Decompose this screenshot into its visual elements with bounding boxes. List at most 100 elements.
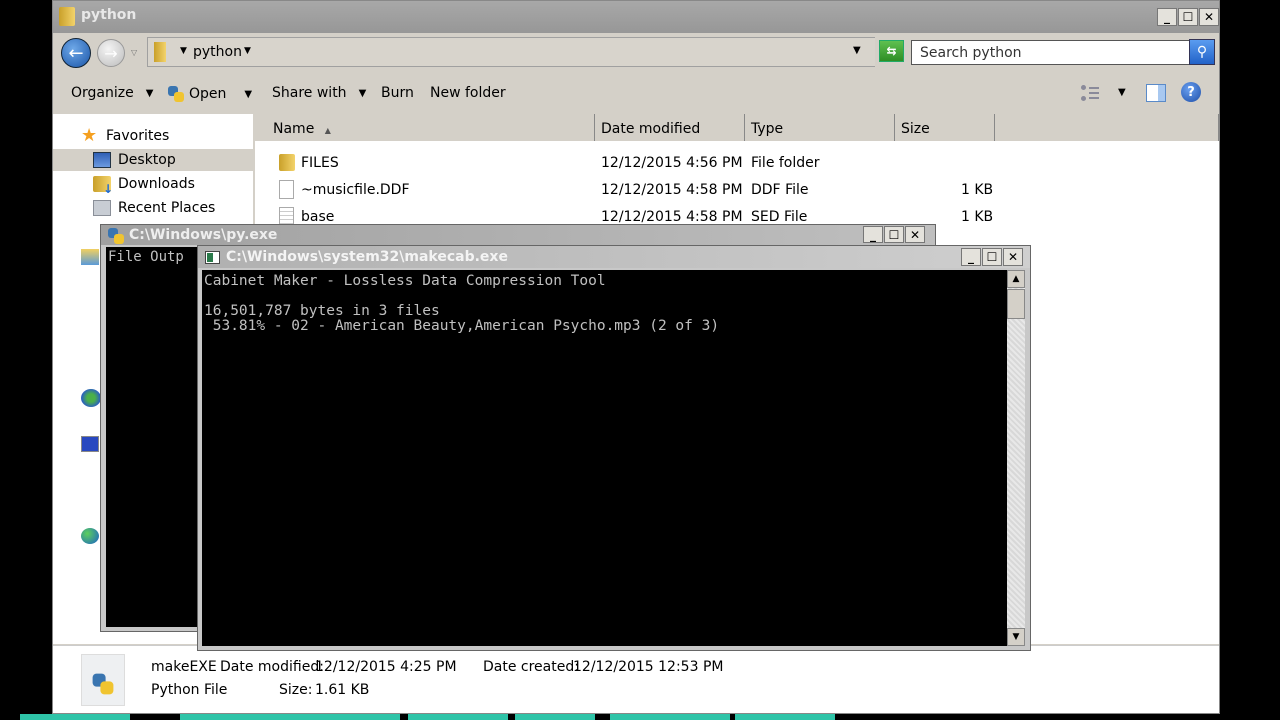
share-with-label: Share with (272, 85, 347, 101)
makecab-console-window: C:\Windows\system32\makecab.exe _ ☐ ✕ Ca… (197, 245, 1031, 651)
details-date-created-label: Date created: (483, 659, 579, 675)
nav-item-downloads[interactable]: Downloads (53, 173, 253, 196)
file-row[interactable]: FILES 12/12/2015 4:56 PM File folder (255, 150, 1219, 177)
chevron-down-icon[interactable]: ▼ (180, 46, 187, 56)
search-button[interactable]: ⚲ (1189, 39, 1215, 65)
view-options-icon[interactable] (1081, 85, 1101, 101)
folder-icon (279, 154, 295, 171)
open-button[interactable]: Open ▼ (167, 85, 252, 103)
column-header-empty (995, 114, 1219, 141)
close-button[interactable]: ✕ (1003, 248, 1023, 266)
nav-favorites-label: Favorites (106, 128, 170, 144)
burn-button[interactable]: Burn (381, 85, 414, 101)
py-console-titlebar[interactable]: C:\Windows\py.exe _ ☐ ✕ (101, 225, 935, 245)
window-controls: _ ☐ ✕ (1157, 8, 1219, 26)
libraries-icon[interactable] (81, 249, 99, 265)
minimize-button[interactable]: _ (1157, 8, 1177, 26)
homegroup-icon[interactable] (81, 389, 101, 407)
help-icon[interactable]: ? (1181, 82, 1201, 102)
address-bar[interactable]: ▼ python ▼ (147, 37, 875, 67)
document-icon (279, 180, 294, 199)
details-pane: makeEXE Python File Date modified: 12/12… (53, 645, 1219, 713)
chevron-down-icon[interactable]: ▼ (244, 46, 251, 56)
nav-item-label: Desktop (118, 152, 176, 168)
share-with-button[interactable]: Share with ▼ (272, 85, 366, 101)
taskbar-button[interactable] (408, 714, 508, 720)
nav-item-label: Recent Places (118, 200, 216, 216)
folder-icon (154, 42, 166, 62)
maximize-button[interactable]: ☐ (884, 226, 904, 243)
column-name-label: Name (273, 121, 315, 137)
sort-ascending-icon: ▲ (324, 126, 331, 135)
file-name: base (301, 209, 335, 225)
file-name: ~musicfile.DDF (301, 182, 410, 198)
taskbar-button[interactable] (20, 714, 130, 720)
taskbar-button[interactable] (180, 714, 400, 720)
back-button[interactable]: ← (61, 38, 91, 68)
folder-icon (59, 7, 75, 26)
arrow-left-icon: ← (68, 42, 84, 64)
console-icon (205, 251, 220, 264)
nav-item-label: Downloads (118, 176, 195, 192)
python-file-icon (81, 654, 125, 706)
details-size-label: Size: (279, 682, 313, 698)
chevron-down-icon: ▼ (145, 87, 154, 99)
nav-item-desktop[interactable]: Desktop (53, 149, 253, 171)
file-type: File folder (751, 155, 820, 171)
makecab-console-titlebar[interactable]: C:\Windows\system32\makecab.exe _ ☐ ✕ (198, 246, 1030, 268)
new-folder-button[interactable]: New folder (430, 85, 506, 101)
scroll-thumb[interactable] (1007, 289, 1025, 319)
desktop-icon (93, 152, 111, 168)
maximize-button[interactable]: ☐ (1178, 8, 1198, 26)
window-title: C:\Windows\py.exe (129, 227, 278, 243)
chevron-down-icon[interactable]: ▼ (244, 89, 252, 100)
address-dropdown-button[interactable]: ▼ (853, 45, 861, 56)
explorer-titlebar[interactable]: python _ ☐ ✕ (53, 1, 1219, 33)
file-date: 12/12/2015 4:58 PM (601, 209, 743, 225)
search-input[interactable]: Search python (911, 40, 1189, 65)
preview-pane-icon[interactable] (1146, 84, 1166, 102)
chevron-down-icon: ▼ (358, 87, 367, 99)
details-date-created: 12/12/2015 12:53 PM (573, 659, 724, 675)
organize-button[interactable]: Organize ▼ (71, 85, 153, 101)
file-size: 1 KB (961, 182, 994, 198)
taskbar-button[interactable] (515, 714, 595, 720)
python-icon (167, 85, 185, 103)
network-icon[interactable] (81, 528, 99, 544)
chevron-down-icon[interactable]: ▼ (1118, 87, 1126, 98)
details-date-modified-label: Date modified: (220, 659, 324, 675)
recent-places-icon (93, 200, 111, 216)
navigation-bar: ← → ▽ ▼ python ▼ ▼ ⇆ Search python ⚲ (53, 33, 1219, 71)
taskbar-button[interactable] (735, 714, 835, 720)
maximize-button[interactable]: ☐ (982, 248, 1002, 266)
close-button[interactable]: ✕ (905, 226, 925, 243)
star-icon: ★ (81, 125, 98, 146)
recent-pages-dropdown[interactable]: ▽ (131, 48, 137, 57)
scroll-up-button[interactable]: ▲ (1007, 270, 1025, 288)
vertical-scrollbar[interactable]: ▲ ▼ (1007, 270, 1025, 646)
minimize-button[interactable]: _ (863, 226, 883, 243)
console-output[interactable]: Cabinet Maker - Lossless Data Compressio… (202, 270, 1007, 646)
nav-item-recent-places[interactable]: Recent Places (53, 197, 253, 219)
column-header-type[interactable]: Type (745, 114, 895, 141)
forward-button[interactable]: → (97, 39, 125, 67)
refresh-icon: ⇆ (886, 44, 897, 58)
computer-icon[interactable] (81, 436, 99, 452)
close-button[interactable]: ✕ (1199, 8, 1219, 26)
file-row[interactable]: ~musicfile.DDF 12/12/2015 4:58 PM DDF Fi… (255, 177, 1219, 204)
taskbar-strip (0, 714, 1280, 720)
nav-favorites[interactable]: ★ Favorites (53, 125, 253, 147)
minimize-button[interactable]: _ (961, 248, 981, 266)
column-header-name[interactable]: Name ▲ (255, 114, 595, 141)
console-line: 53.81% - 02 - American Beauty,American P… (204, 318, 720, 334)
taskbar-button[interactable] (610, 714, 730, 720)
refresh-button[interactable]: ⇆ (879, 40, 904, 62)
details-size: 1.61 KB (315, 682, 370, 698)
column-header-size[interactable]: Size (895, 114, 995, 141)
scroll-down-button[interactable]: ▼ (1007, 628, 1025, 646)
window-title: C:\Windows\system32\makecab.exe (226, 249, 508, 265)
breadcrumb-python[interactable]: python (193, 44, 242, 60)
column-header-date-modified[interactable]: Date modified (595, 114, 745, 141)
command-bar: Organize ▼ Open ▼ Share with ▼ Burn New … (53, 73, 1219, 113)
